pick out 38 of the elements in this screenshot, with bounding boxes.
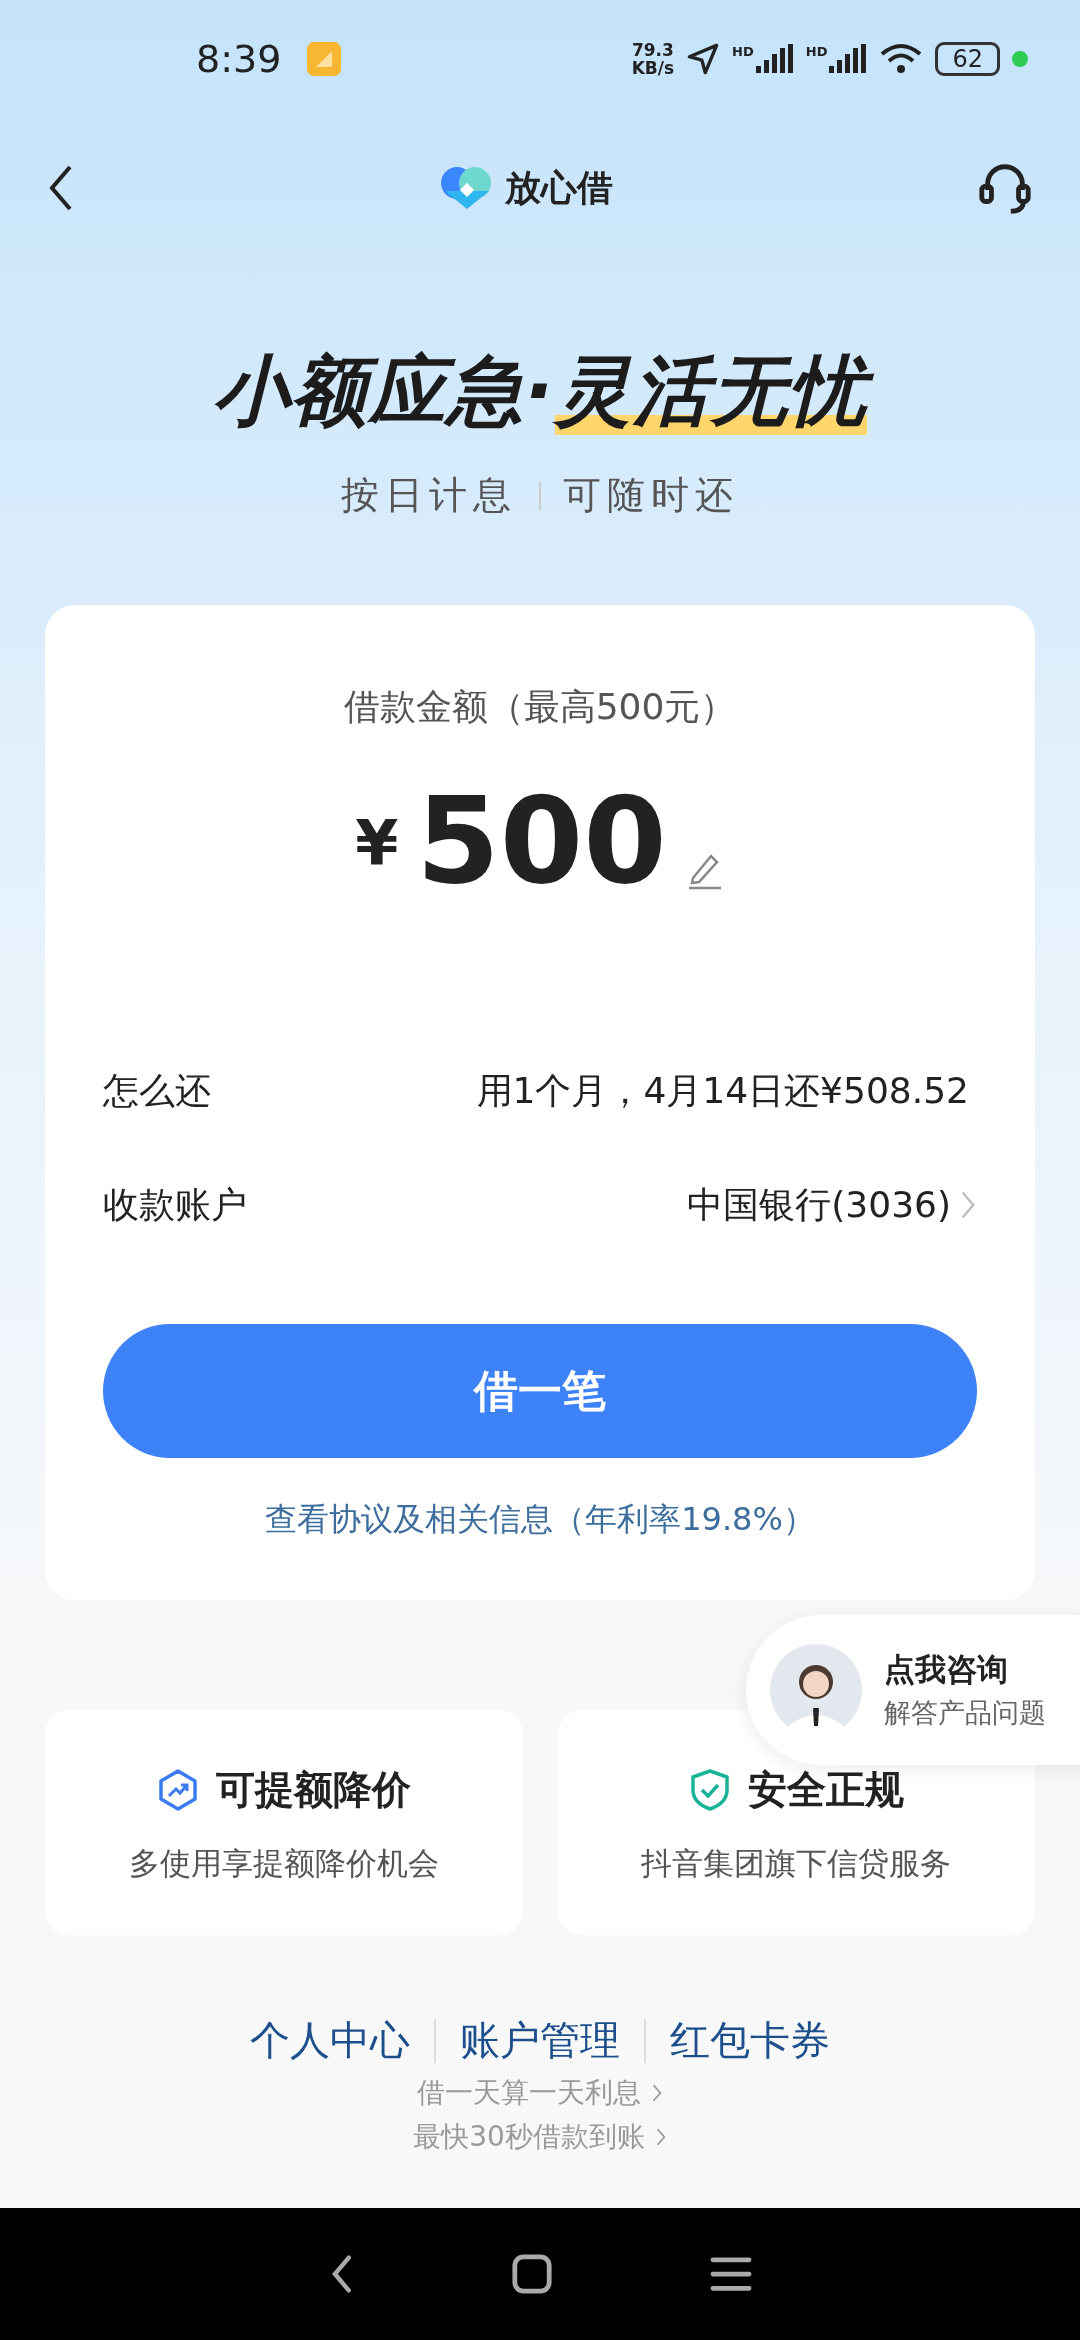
- location-icon: [686, 42, 721, 76]
- row-value: 用1个月，4月14日还¥508.52: [476, 1068, 969, 1113]
- feature-description: 多使用享提额降价机会: [128, 1844, 439, 1883]
- home-icon[interactable]: [511, 2253, 553, 2295]
- agreement-link[interactable]: 查看协议及相关信息（年利率19.8%）: [265, 1500, 815, 1538]
- wifi-icon: [879, 43, 924, 75]
- subtitle: 可随时还: [563, 472, 739, 519]
- app-title: 放心借: [505, 165, 613, 210]
- feature-title: 可提额降价: [216, 1766, 412, 1814]
- consult-bubble[interactable]: 点我咨询 解答产品问题: [746, 1615, 1080, 1765]
- footer-link[interactable]: 账户管理: [460, 2013, 620, 2068]
- currency-symbol: ¥: [355, 807, 399, 880]
- amount-label: 借款金额（最高500元）: [342, 685, 738, 729]
- note-app-icon: [307, 42, 342, 76]
- consult-title: 点我咨询: [884, 1650, 1009, 1689]
- borrow-button[interactable]: 借一笔: [103, 1324, 977, 1458]
- chevron-right-icon[interactable]: [654, 2126, 667, 2148]
- consult-subtitle: 解答产品问题: [884, 1696, 1046, 1730]
- loan-amount: 500: [416, 770, 667, 912]
- footer-link[interactable]: 红包卡券: [670, 2013, 830, 2068]
- subtitle: 按日计息: [341, 472, 517, 519]
- chevron-right-icon[interactable]: [651, 2082, 663, 2104]
- row-value[interactable]: 中国银行(3036): [687, 1180, 951, 1230]
- feature-description: 抖音集团旗下信贷服务: [641, 1844, 952, 1883]
- network-speed: 79.3 KB/s: [631, 41, 675, 77]
- status-dot-icon: [1012, 51, 1028, 67]
- footer-link[interactable]: 个人中心: [250, 2013, 410, 2068]
- feature-title: 安全正规: [748, 1766, 905, 1814]
- hd-label: HD: [805, 44, 828, 59]
- menu-icon[interactable]: [709, 2255, 752, 2293]
- hd-label: HD: [732, 44, 754, 59]
- signal-icon: [827, 44, 868, 74]
- status-time: 8:39: [196, 37, 282, 81]
- signal-icon: [753, 44, 794, 74]
- battery-indicator: 62: [935, 42, 1000, 76]
- slogan-headline: 小额应急·灵活无忧: [188, 336, 892, 446]
- row-label: 收款账户: [103, 1182, 248, 1227]
- row-label: 怎么还: [103, 1068, 212, 1113]
